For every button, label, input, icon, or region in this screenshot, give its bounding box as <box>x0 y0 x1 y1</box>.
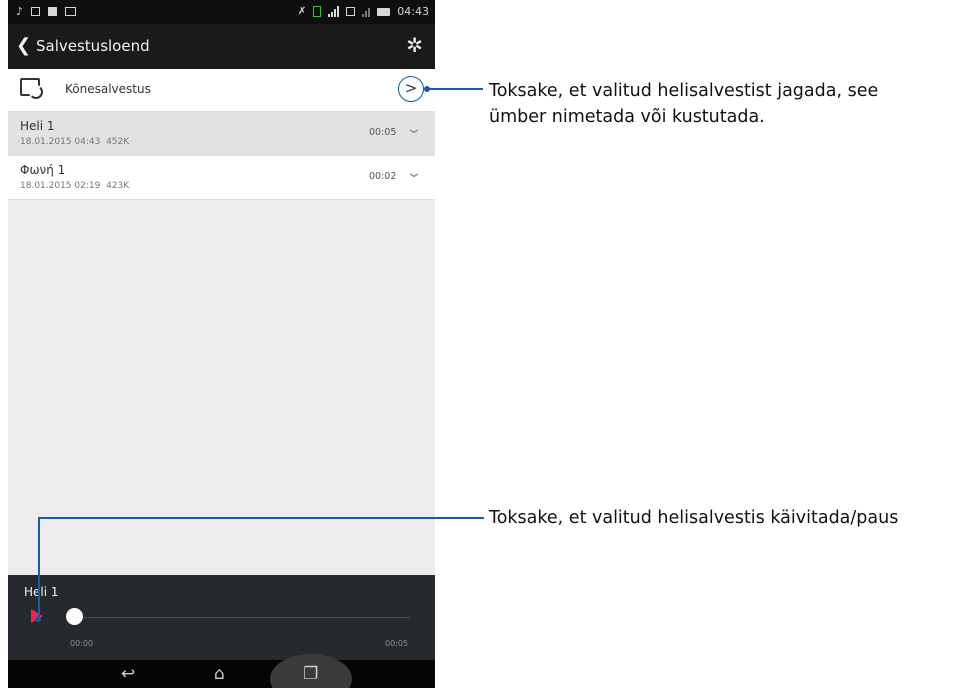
signal-icon <box>328 6 340 17</box>
callout-share-line2: ümber nimetada või kustutada. <box>489 107 765 127</box>
seek-bar[interactable] <box>75 617 410 618</box>
recording-duration: 00:05 <box>369 127 397 138</box>
callout-share-text: Toksake, et valitud helisalvestist jagad… <box>489 78 878 130</box>
document-icon <box>48 7 58 16</box>
recording-name: Heli 1 <box>20 119 55 133</box>
music-note-icon: ♪ <box>16 5 24 18</box>
call-recording-row[interactable]: Kõnesalvestus > <box>8 69 435 112</box>
callout-line-play-horizontal <box>38 517 484 519</box>
recording-size: 423K <box>106 181 130 191</box>
app-bar: ❮ Salvestusloend ✲ <box>8 24 435 69</box>
calendar-icon <box>31 7 41 16</box>
mute-icon: ✗ <box>297 6 307 17</box>
photo-icon <box>65 7 77 16</box>
back-icon[interactable]: ↩ <box>121 664 135 684</box>
audio-player: Heli 1 00:00 00:05 <box>8 575 435 660</box>
sim-icon <box>313 6 322 17</box>
recording-item-1[interactable]: Heli 1 18.01.2015 04:43 452K 00:05 ⌄ <box>8 112 435 156</box>
seek-handle[interactable] <box>66 608 83 625</box>
recording-name: Φωνή 1 <box>20 163 66 177</box>
player-title: Heli 1 <box>24 585 59 599</box>
recording-date: 18.01.2015 04:43 <box>20 137 101 147</box>
recording-date: 18.01.2015 02:19 <box>20 181 101 191</box>
chevron-right-icon[interactable]: > <box>398 76 424 102</box>
callout-dot-play <box>35 616 41 622</box>
recording-meta: 18.01.2015 02:19 423K <box>20 181 129 191</box>
chevron-down-icon[interactable]: ⌄ <box>405 121 423 137</box>
recent-apps-icon[interactable]: ❐ <box>303 664 318 684</box>
chevron-left-icon[interactable]: ❮ <box>16 35 31 56</box>
status-bar: ♪ ✗ 04:43 <box>8 0 435 24</box>
recording-item-2[interactable]: Φωνή 1 18.01.2015 02:19 423K 00:02 ⌄ <box>8 156 435 200</box>
callout-share-line1: Toksake, et valitud helisalvestist jagad… <box>489 81 879 101</box>
current-time: 00:00 <box>70 639 94 648</box>
home-icon[interactable]: ⌂ <box>214 664 225 684</box>
recording-meta: 18.01.2015 04:43 452K <box>20 137 129 147</box>
callout-line-share <box>427 88 483 90</box>
call-recording-label: Kõnesalvestus <box>65 82 151 96</box>
gear-icon[interactable]: ✲ <box>406 33 423 57</box>
recording-size: 452K <box>106 137 130 147</box>
recording-duration: 00:02 <box>369 171 397 182</box>
callout-play-text: Toksake, et valitud helisalvestis käivit… <box>489 508 899 528</box>
callout-line-play-vertical <box>38 518 40 620</box>
navigation-bar: ↩ ⌂ ❐ <box>8 654 435 688</box>
status-time: 04:43 <box>397 5 429 18</box>
page-title: Salvestusloend <box>36 37 150 55</box>
signal-weak-icon <box>362 6 371 17</box>
total-time: 00:05 <box>385 639 409 648</box>
phone-screen: ♪ ✗ 04:43 ❮ Salvestusloend ✲ Kõnesalvest… <box>8 0 435 688</box>
chevron-down-icon[interactable]: ⌄ <box>405 165 423 181</box>
sim-2-icon <box>346 7 356 16</box>
battery-icon <box>377 7 391 16</box>
call-recording-folder-icon <box>20 78 43 99</box>
